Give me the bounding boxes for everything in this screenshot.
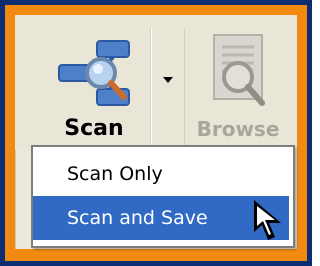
scan-label: Scan xyxy=(64,116,124,141)
scan-button[interactable]: Scan xyxy=(36,29,151,149)
scanner-network-icon xyxy=(57,35,133,111)
browse-button[interactable]: Browse xyxy=(186,29,290,149)
mouse-cursor-icon xyxy=(252,198,288,244)
scan-dropdown-arrow-button[interactable] xyxy=(151,29,185,149)
browse-label: Browse xyxy=(196,117,280,141)
menu-item-scan-and-save[interactable]: Scan and Save xyxy=(33,196,289,240)
document-magnifier-icon xyxy=(204,33,272,111)
scan-button-main[interactable]: Scan xyxy=(36,29,151,149)
dropdown-arrow-icon xyxy=(163,77,173,83)
menu-item-scan-only[interactable]: Scan Only xyxy=(33,152,289,196)
toolbar-panel: Scan Browse Scan Only Scan and Save xyxy=(15,15,297,249)
